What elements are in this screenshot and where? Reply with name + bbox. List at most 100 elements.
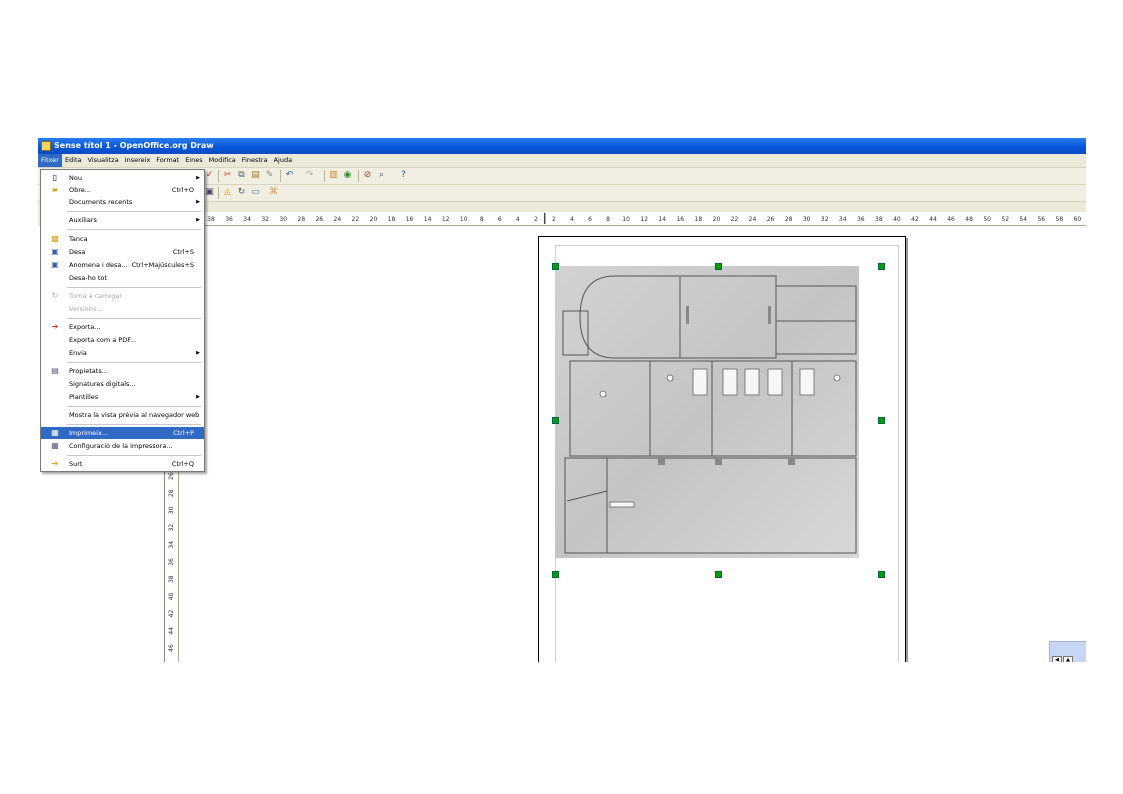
close-document-icon: ▩	[51, 234, 59, 243]
redo-icon[interactable]: ↷	[304, 170, 315, 181]
ruler-label: 6	[588, 216, 592, 223]
menu-item-obre[interactable]: ▰ Obre... Ctrl+O	[41, 184, 204, 196]
effects-icon[interactable]: ⌘	[268, 187, 279, 198]
menu-separator	[67, 406, 201, 407]
ruler-label: 32	[168, 524, 175, 532]
file-menu-dropdown: ▯ Nou ▶ ▰ Obre... Ctrl+O Documents recents ▶ …	[40, 169, 205, 472]
ruler-label: 6	[498, 216, 502, 223]
selection-handle[interactable]	[715, 571, 722, 578]
menu-item-signatures[interactable]: Signatures digitals...	[41, 378, 204, 390]
menu-modifica[interactable]: Modifica	[206, 154, 239, 167]
menu-eines[interactable]: Eines	[182, 154, 205, 167]
toolbar-separator	[218, 187, 219, 199]
menu-item-configuracio-impressora[interactable]: ▦ Configuració de la impressora...	[41, 440, 204, 452]
ruler-label: 26	[315, 216, 323, 223]
selection-handle[interactable]	[878, 417, 885, 424]
selection-handle[interactable]	[878, 571, 885, 578]
draw-functions-icon[interactable]: ⊘	[362, 170, 373, 181]
menu-bar: Fitxer Edita Visualitza Insereix Format Eines…	[38, 154, 1086, 168]
ruler-label: 12	[442, 216, 450, 223]
ruler-label: 2	[534, 216, 538, 223]
menu-item-surt[interactable]: ➜ Surt Ctrl+Q	[41, 458, 204, 470]
selection-handle[interactable]	[715, 263, 722, 270]
window-title: Sense títol 1 - OpenOffice.org Draw	[54, 141, 214, 150]
menu-item-exporta-pdf[interactable]: Exporta com a PDF...	[41, 334, 204, 346]
menu-item-tanca[interactable]: ▩ Tanca	[41, 233, 204, 245]
menu-separator	[67, 362, 201, 363]
ruler-label: 28	[785, 216, 793, 223]
menu-item-desa-ho-tot[interactable]: Desa-ho tot	[41, 272, 204, 284]
horizontal-ruler: 38 36 34 32 30 28 26 24 22 20 18 16 14 12 10 8 6 4 2 2 4 6 8 10…	[165, 212, 1086, 226]
paste-icon[interactable]: ▤	[250, 170, 261, 181]
previous-button[interactable]: ◀	[1052, 656, 1062, 662]
zoom-icon[interactable]: ⌕	[376, 170, 387, 181]
ruler-label: 26	[767, 216, 775, 223]
ruler-label: 36	[168, 558, 175, 566]
menu-finestra[interactable]: Finestra	[239, 154, 271, 167]
menu-item-imprimeix[interactable]: ▦ Imprimeix... Ctrl+P	[41, 427, 204, 439]
submenu-arrow-icon: ▶	[196, 394, 200, 400]
copy-icon[interactable]: ⧉	[236, 170, 247, 181]
ruler-label: 36	[225, 216, 233, 223]
help-icon[interactable]: ?	[398, 170, 409, 181]
spellcheck-icon[interactable]: ✓	[204, 170, 215, 181]
horizontal-ruler-scale: 38 36 34 32 30 28 26 24 22 20 18 16 14 12 10 8 6 4 2 2 4 6 8 10…	[207, 213, 1081, 224]
selection-handle[interactable]	[552, 571, 559, 578]
ruler-label: 8	[480, 216, 484, 223]
toolbar-separator	[280, 170, 281, 182]
menu-item-propietats[interactable]: ▤ Propietats...	[41, 365, 204, 377]
ruler-label: 34	[168, 541, 175, 549]
menu-item-anomena-i-desa[interactable]: ▣ Anomena i desa... Ctrl+Majúscules+S	[41, 259, 204, 271]
menu-edita[interactable]: Edita	[62, 154, 85, 167]
new-document-icon: ▯	[52, 173, 58, 182]
menu-fitxer[interactable]: Fitxer	[38, 154, 62, 167]
submenu-arrow-icon: ▶	[196, 199, 200, 205]
ruler-label: 22	[352, 216, 360, 223]
style-icon[interactable]: ▣	[204, 187, 215, 198]
ruler-label: 10	[622, 216, 630, 223]
menu-format[interactable]: Format	[153, 154, 182, 167]
menu-item-nou[interactable]: ▯ Nou ▶	[41, 172, 204, 184]
toolbar-separator	[324, 170, 325, 182]
menu-ajuda[interactable]: Ajuda	[271, 154, 295, 167]
navigator-icon[interactable]: ◉	[342, 170, 353, 181]
ruler-label: 14	[658, 216, 666, 223]
cut-icon[interactable]: ✂	[222, 170, 233, 181]
submenu-arrow-icon: ▶	[196, 350, 200, 356]
ruler-label: 28	[168, 489, 175, 497]
selection-handle[interactable]	[552, 417, 559, 424]
menu-item-vista-previa[interactable]: Mostra la vista prèvia al navegador web	[41, 409, 204, 421]
ruler-label: 16	[676, 216, 684, 223]
next-button[interactable]: ▲	[1063, 656, 1073, 662]
app-icon	[41, 141, 51, 151]
menu-insereix[interactable]: Insereix	[122, 154, 154, 167]
menu-item-documents-recents[interactable]: Documents recents ▶	[41, 196, 204, 208]
selection-handle[interactable]	[552, 263, 559, 270]
menu-visualitza[interactable]: Visualitza	[85, 154, 122, 167]
ruler-label: 56	[1037, 216, 1045, 223]
page-origin-marker	[543, 213, 546, 224]
rotate-icon[interactable]: ↻	[236, 187, 247, 198]
ruler-label: 58	[1056, 216, 1064, 223]
print-icon: ▦	[51, 428, 59, 437]
menu-separator	[67, 318, 201, 319]
undo-icon[interactable]: ↶	[284, 170, 295, 181]
selection-handle[interactable]	[878, 263, 885, 270]
ruler-label: 10	[460, 216, 468, 223]
title-bar: Sense títol 1 - OpenOffice.org Draw	[38, 138, 1086, 154]
clone-format-icon[interactable]: ✎	[264, 170, 275, 181]
ruler-label: 40	[893, 216, 901, 223]
menu-item-auxiliars[interactable]: Auxiliars ▶	[41, 214, 204, 226]
menu-item-plantilles[interactable]: Plantilles ▶	[41, 391, 204, 403]
inserted-image[interactable]	[555, 266, 859, 558]
fill-bucket-icon[interactable]: ◬	[222, 187, 233, 198]
ruler-label: 12	[640, 216, 648, 223]
ruler-label: 36	[857, 216, 865, 223]
ruler-label: 50	[983, 216, 991, 223]
menu-item-envia[interactable]: Envia ▶	[41, 347, 204, 359]
align-icon[interactable]: ▭	[250, 187, 261, 198]
menu-item-exporta[interactable]: ➔ Exporta...	[41, 321, 204, 333]
chart-icon[interactable]: ▥	[328, 170, 339, 181]
drawing-canvas[interactable]	[179, 226, 1086, 662]
menu-item-desa[interactable]: ▣ Desa Ctrl+S	[41, 246, 204, 258]
